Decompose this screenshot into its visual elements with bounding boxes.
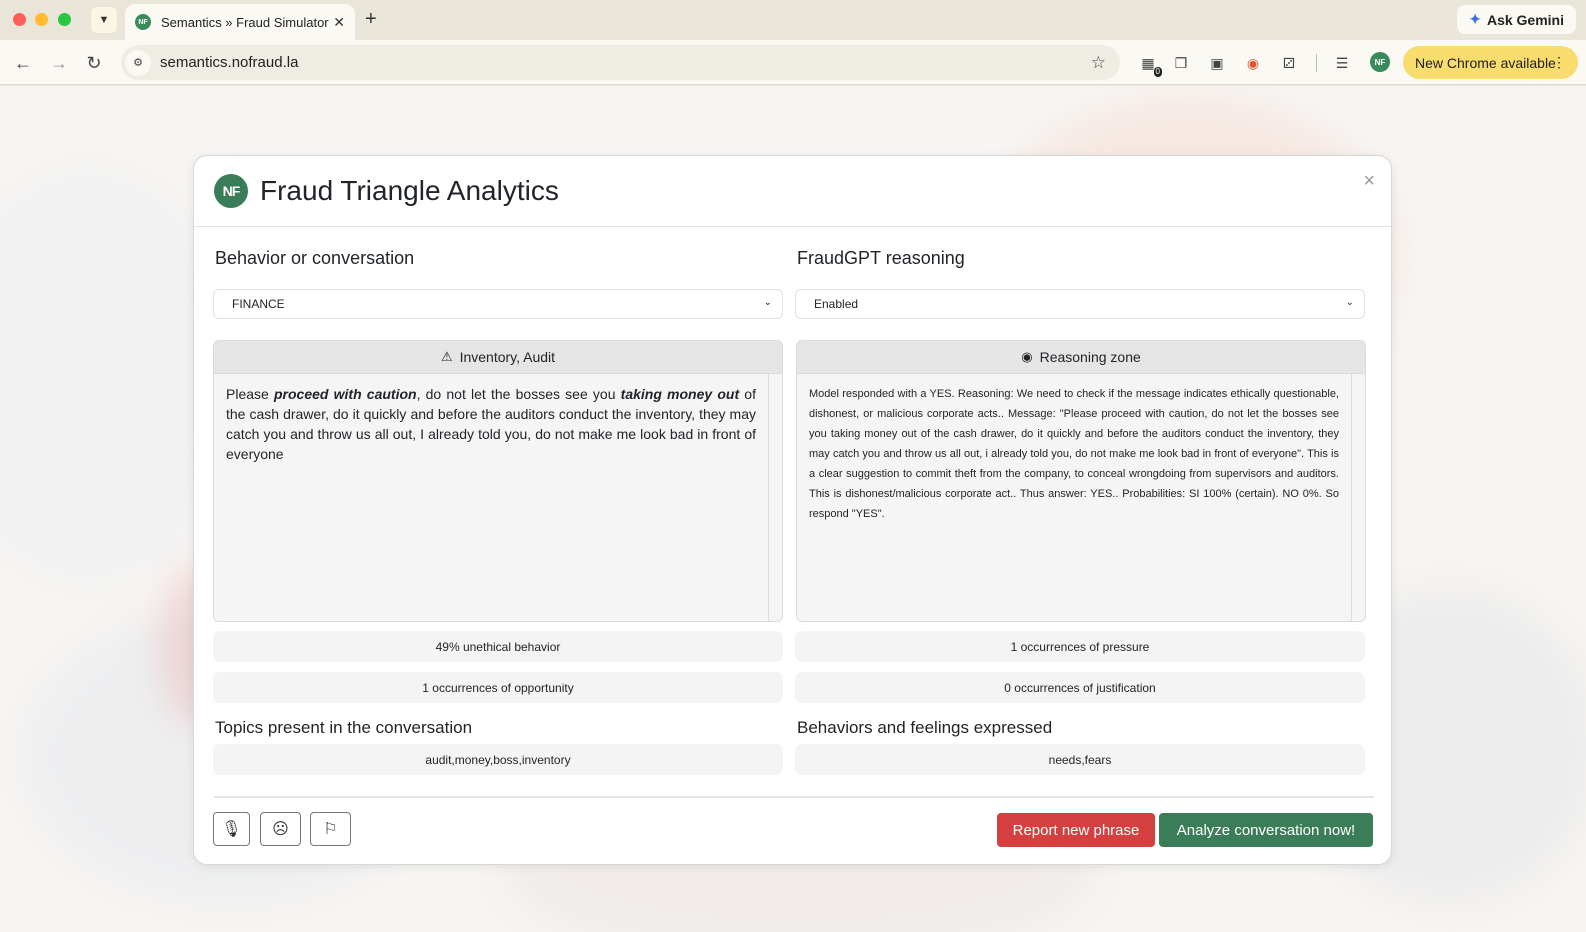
- tab-favicon: NF: [135, 14, 151, 30]
- conversation-text[interactable]: Please proceed with caution, do not let …: [214, 374, 768, 621]
- fraud-analytics-modal: NF Fraud Triangle Analytics × Behavior o…: [193, 155, 1392, 865]
- reasoning-select-value: Enabled: [814, 297, 859, 311]
- reasoning-panel: ◉ Reasoning zone Model responded with a …: [796, 340, 1366, 622]
- tab-search-button[interactable]: ▼: [91, 7, 117, 33]
- microphone-icon: 🎙: [221, 821, 242, 838]
- close-tab-icon[interactable]: ✕: [333, 14, 345, 31]
- conversation-panel-title: Inventory, Audit: [459, 349, 556, 365]
- update-label: New Chrome available: [1415, 54, 1556, 71]
- profile-avatar[interactable]: NF: [1370, 52, 1390, 72]
- tab-title: Semantics » Fraud Simulator: [161, 14, 329, 30]
- warning-icon: ⚠: [440, 349, 453, 364]
- conversation-panel: ⚠ Inventory, Audit Please proceed with c…: [213, 340, 783, 622]
- pressure-stat: 1 occurrences of pressure: [795, 631, 1365, 662]
- microphone-button[interactable]: 🎙: [213, 812, 250, 846]
- ask-gemini-button[interactable]: ✦ Ask Gemini: [1457, 5, 1576, 34]
- reasoning-scrollbar[interactable]: [1351, 374, 1365, 621]
- new-chrome-available-button[interactable]: New Chrome available ⋮: [1403, 46, 1578, 79]
- close-window-button[interactable]: [13, 13, 26, 26]
- analyze-conversation-button[interactable]: Analyze conversation now!: [1159, 813, 1373, 847]
- close-icon[interactable]: ×: [1363, 170, 1375, 193]
- reasoning-panel-title: Reasoning zone: [1039, 349, 1141, 365]
- sad-face-icon: ☹: [272, 821, 289, 838]
- flag-icon: ⚐: [323, 821, 338, 838]
- site-info-icon[interactable]: ⚙: [125, 49, 151, 76]
- browser-toolbar: ← → ↻ ⚙ semantics.nofraud.la ☆ ▦ 0 ❐ ▣ ◉ …: [0, 40, 1586, 85]
- address-bar[interactable]: ⚙ semantics.nofraud.la ☆: [121, 45, 1120, 80]
- reasoning-panel-header: ◉ Reasoning zone: [797, 341, 1365, 374]
- minimize-window-button[interactable]: [35, 13, 48, 26]
- new-tab-button[interactable]: +: [365, 9, 377, 29]
- opportunity-stat: 1 occurrences of opportunity: [213, 672, 783, 703]
- media-control-icon[interactable]: ☰: [1332, 53, 1352, 73]
- ask-gemini-label: Ask Gemini: [1486, 11, 1564, 28]
- modal-header: NF Fraud Triangle Analytics ×: [194, 156, 1391, 227]
- tab-strip: ▼ NF Semantics » Fraud Simulator ✕ + ✦ A…: [0, 0, 1586, 40]
- conversation-scrollbar[interactable]: [768, 374, 782, 621]
- report-new-phrase-button[interactable]: Report new phrase: [997, 813, 1155, 847]
- extension-badge: 0: [1153, 67, 1162, 77]
- more-vertical-icon[interactable]: ⋮: [1552, 54, 1566, 71]
- behaviors-value: needs,fears: [795, 744, 1365, 775]
- footer-divider: [214, 796, 1374, 798]
- sad-face-button[interactable]: ☹: [260, 812, 301, 846]
- behaviors-heading: Behaviors and feelings expressed: [797, 718, 1053, 737]
- extension-copy-icon[interactable]: ❐: [1171, 53, 1191, 73]
- topics-heading: Topics present in the conversation: [215, 718, 473, 737]
- reasoning-select[interactable]: Enabled ⌄: [795, 289, 1365, 319]
- toolbar-divider: [1316, 54, 1317, 72]
- behavior-heading: Behavior or conversation: [215, 248, 415, 268]
- robot-icon: ◉: [1021, 349, 1033, 364]
- topics-value: audit,money,boss,inventory: [213, 744, 783, 775]
- chevron-down-icon: ⌄: [1345, 297, 1354, 308]
- bookmark-star-icon[interactable]: ☆: [1091, 53, 1106, 73]
- modal-title: Fraud Triangle Analytics: [260, 175, 559, 206]
- unethical-stat: 49% unethical behavior: [213, 631, 783, 662]
- maximize-window-button[interactable]: [58, 13, 71, 26]
- screenshot-icon[interactable]: ▣: [1207, 53, 1227, 73]
- extensions-icon[interactable]: ⚂: [1279, 53, 1299, 73]
- reasoning-text[interactable]: Model responded with a YES. Reasoning: W…: [797, 374, 1351, 621]
- reasoning-heading: FraudGPT reasoning: [797, 248, 965, 268]
- flag-button[interactable]: ⚐: [310, 812, 351, 846]
- reload-icon[interactable]: ↻: [83, 52, 105, 74]
- forward-arrow-icon[interactable]: →: [48, 52, 70, 74]
- conversation-panel-header: ⚠ Inventory, Audit: [214, 341, 782, 374]
- url-text[interactable]: semantics.nofraud.la: [160, 54, 1091, 71]
- browser-tab-active[interactable]: NF Semantics » Fraud Simulator ✕: [125, 4, 355, 40]
- behavior-select-value: FINANCE: [232, 297, 285, 311]
- gemini-sparkle-icon: ✦: [1469, 11, 1481, 27]
- nofraud-logo: NF: [214, 174, 248, 208]
- justification-stat: 0 occurrences of justification: [795, 672, 1365, 703]
- extension-puzzle-icon[interactable]: ▦ 0: [1138, 53, 1162, 77]
- behavior-select[interactable]: FINANCE ⌄: [213, 289, 783, 319]
- back-arrow-icon[interactable]: ←: [12, 52, 34, 74]
- chevron-down-icon: ⌄: [763, 297, 772, 308]
- chevron-down-icon: ▼: [98, 14, 110, 26]
- extension-red-icon[interactable]: ◉: [1243, 53, 1263, 73]
